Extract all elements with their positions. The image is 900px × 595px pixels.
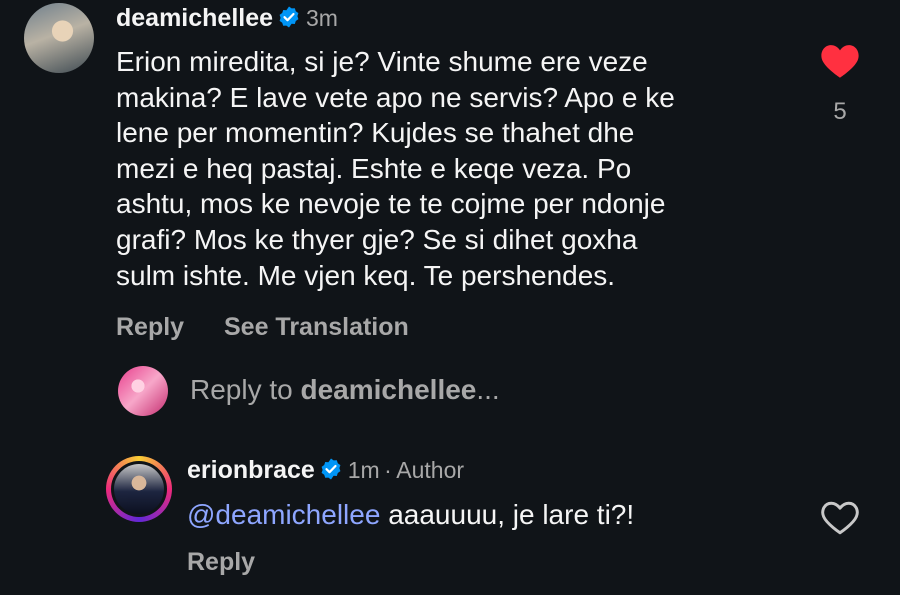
- verified-badge-icon: [277, 5, 301, 29]
- reply-to-username: deamichellee: [300, 374, 477, 405]
- comment-text-line: lene per momentin? Kujdes se thahet dhe: [116, 117, 635, 149]
- heart-outline-icon[interactable]: [820, 500, 860, 536]
- reply-body: aaauuuu, je lare ti?!: [380, 499, 635, 530]
- comment-time: 3m: [305, 5, 338, 31]
- current-user-avatar: [118, 366, 168, 416]
- mention-link[interactable]: @deamichellee: [187, 499, 380, 530]
- author-avatar[interactable]: [114, 464, 164, 514]
- reply-text: @deamichellee aaauuuu, je lare ti?!: [187, 497, 634, 533]
- commenter-avatar[interactable]: [24, 3, 94, 73]
- meta-separator: ·: [384, 457, 392, 483]
- comment-text-line: sulm ishte. Me vjen keq. Te pershendes.: [116, 259, 616, 291]
- comment-text-line: grafi? Mos ke thyer gje? Se si dihet gox…: [116, 223, 638, 255]
- verified-badge-icon: [319, 457, 343, 481]
- reply-to-ellipsis: ...: [476, 374, 500, 405]
- author-label: Author: [396, 457, 465, 483]
- comment-username[interactable]: deamichellee: [116, 4, 273, 32]
- reply-to-prefix: Reply to: [190, 374, 301, 405]
- reply-button[interactable]: Reply: [116, 313, 184, 342]
- heart-filled-icon[interactable]: [820, 42, 860, 80]
- reply-reply-button[interactable]: Reply: [187, 548, 255, 577]
- reply-header: erionbrace 1m · Author: [187, 456, 464, 485]
- comment-text-line: mezi e heq pastaj. Eshte e keqe veza. Po: [116, 152, 632, 184]
- comment-text-line: makina? E lave vete apo ne servis? Apo e…: [116, 81, 675, 113]
- comment-text-line: Erion miredita, si je? Vinte shume ere v…: [116, 46, 648, 77]
- reply-time: 1m: [347, 457, 380, 483]
- reply-to-prompt[interactable]: Reply to deamichellee...: [190, 374, 500, 406]
- comment-text-line: ashtu, mos ke nevoje te te cojme per ndo…: [116, 188, 666, 220]
- like-count[interactable]: 5: [820, 98, 860, 126]
- see-translation-button[interactable]: See Translation: [224, 313, 409, 342]
- comment-header: deamichellee 3m: [116, 4, 338, 33]
- reply-username[interactable]: erionbrace: [187, 456, 315, 484]
- comment-text: Erion miredita, si je? Vinte shume ere v…: [116, 44, 796, 293]
